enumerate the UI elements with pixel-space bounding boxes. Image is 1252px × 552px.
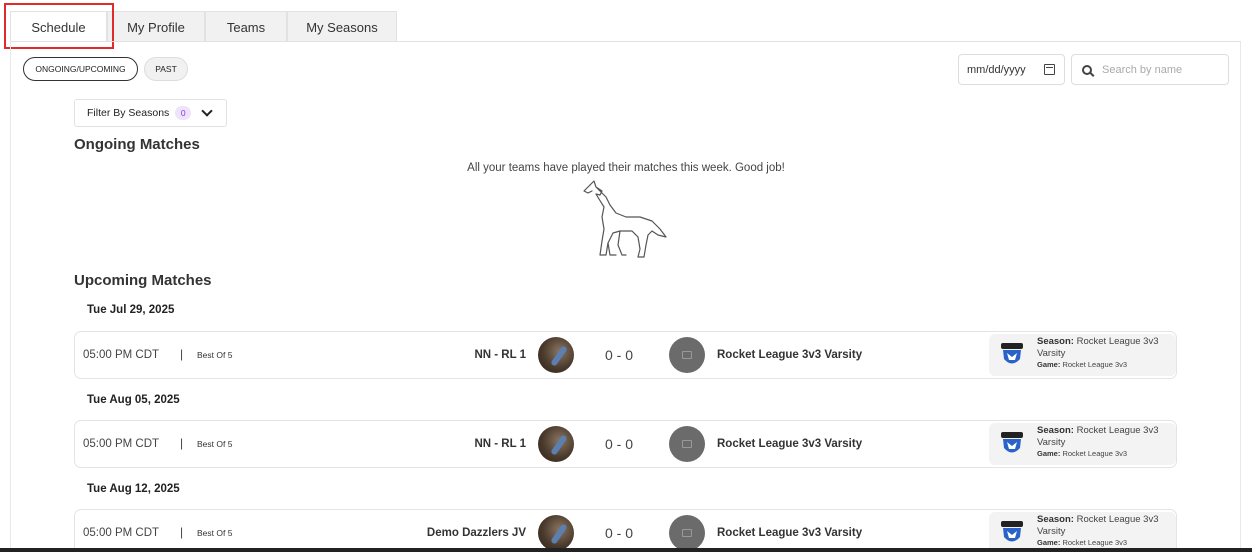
- rocket-league-icon: [1001, 521, 1023, 542]
- game-label: Game:: [1037, 449, 1061, 458]
- home-team-name[interactable]: Demo Dazzlers JV: [427, 527, 526, 539]
- filter-label: Filter By Seasons: [87, 107, 170, 119]
- chevron-down-icon: [201, 104, 213, 117]
- past-toggle[interactable]: PAST: [144, 57, 188, 81]
- image-placeholder-icon: [682, 351, 692, 359]
- season-details: Season: Rocket League 3v3 Varsity Game: …: [1037, 336, 1175, 370]
- date-field[interactable]: mm/dd/yyyy: [958, 54, 1065, 85]
- tab-bar: Schedule My Profile Teams My Seasons: [10, 11, 397, 42]
- game-value: Rocket League 3v3: [1062, 538, 1128, 547]
- home-team-name[interactable]: NN - RL 1: [474, 349, 526, 361]
- home-team-avatar: [538, 515, 574, 551]
- away-team-avatar: [669, 515, 705, 551]
- match-row[interactable]: 05:00 PM CDT | Best Of 5 NN - RL 1 0 - 0…: [74, 420, 1177, 468]
- separator: |: [180, 347, 184, 361]
- match-score: 0 - 0: [605, 347, 634, 363]
- home-team-avatar: [538, 426, 574, 462]
- rocket-league-icon: [1001, 432, 1023, 453]
- ongoing-matches-heading: Ongoing Matches: [74, 136, 200, 153]
- date-placeholder: mm/dd/yyyy: [967, 63, 1026, 76]
- filter-count-badge: 0: [175, 106, 192, 120]
- game-label: Game:: [1037, 538, 1061, 547]
- match-date-heading: Tue Jul 29, 2025: [87, 304, 175, 316]
- tab-my-seasons[interactable]: My Seasons: [287, 11, 397, 42]
- match-format: Best Of 5: [197, 528, 233, 538]
- rocket-league-icon: [1001, 343, 1023, 364]
- separator: |: [180, 436, 184, 450]
- filter-by-seasons-dropdown[interactable]: Filter By Seasons 0: [74, 99, 227, 127]
- season-details: Season: Rocket League 3v3 Varsity Game: …: [1037, 425, 1175, 459]
- season-details: Season: Rocket League 3v3 Varsity Game: …: [1037, 514, 1175, 548]
- empty-state-message: All your teams have played their matches…: [467, 162, 785, 174]
- image-placeholder-icon: [682, 440, 692, 448]
- match-time: 05:00 PM CDT: [83, 349, 160, 361]
- wolf-howling-icon: [583, 180, 667, 258]
- search-icon: [1082, 64, 1092, 75]
- match-format: Best Of 5: [197, 439, 233, 449]
- away-team-name[interactable]: Rocket League 3v3 Varsity: [717, 527, 862, 539]
- search-input[interactable]: [1102, 63, 1222, 76]
- calendar-icon[interactable]: [1044, 64, 1055, 75]
- season-label: Season:: [1037, 336, 1074, 347]
- match-date-heading: Tue Aug 05, 2025: [87, 394, 180, 406]
- tab-schedule[interactable]: Schedule: [10, 11, 107, 42]
- match-date-heading: Tue Aug 12, 2025: [87, 483, 180, 495]
- season-label: Season:: [1037, 425, 1074, 436]
- home-team-name[interactable]: NN - RL 1: [474, 438, 526, 450]
- match-row[interactable]: 05:00 PM CDT | Best Of 5 Demo Dazzlers J…: [74, 509, 1177, 552]
- tab-my-profile[interactable]: My Profile: [107, 11, 205, 42]
- away-team-name[interactable]: Rocket League 3v3 Varsity: [717, 438, 862, 450]
- image-placeholder-icon: [682, 529, 692, 537]
- window-bottom-edge: [0, 548, 1252, 552]
- away-team-name[interactable]: Rocket League 3v3 Varsity: [717, 349, 862, 361]
- season-label: Season:: [1037, 514, 1074, 525]
- match-time: 05:00 PM CDT: [83, 438, 160, 450]
- search-box[interactable]: [1071, 54, 1229, 85]
- match-time: 05:00 PM CDT: [83, 527, 160, 539]
- game-value: Rocket League 3v3: [1062, 360, 1128, 369]
- game-value: Rocket League 3v3: [1062, 449, 1128, 458]
- away-team-avatar: [669, 426, 705, 462]
- away-team-avatar: [669, 337, 705, 373]
- match-score: 0 - 0: [605, 525, 634, 541]
- upcoming-matches-heading: Upcoming Matches: [74, 272, 212, 289]
- tab-teams[interactable]: Teams: [205, 11, 287, 42]
- home-team-avatar: [538, 337, 574, 373]
- game-label: Game:: [1037, 360, 1061, 369]
- match-score: 0 - 0: [605, 436, 634, 452]
- separator: |: [180, 525, 184, 539]
- match-row[interactable]: 05:00 PM CDT | Best Of 5 NN - RL 1 0 - 0…: [74, 331, 1177, 379]
- ongoing-upcoming-toggle[interactable]: ONGOING/UPCOMING: [23, 57, 138, 81]
- match-format: Best Of 5: [197, 350, 233, 360]
